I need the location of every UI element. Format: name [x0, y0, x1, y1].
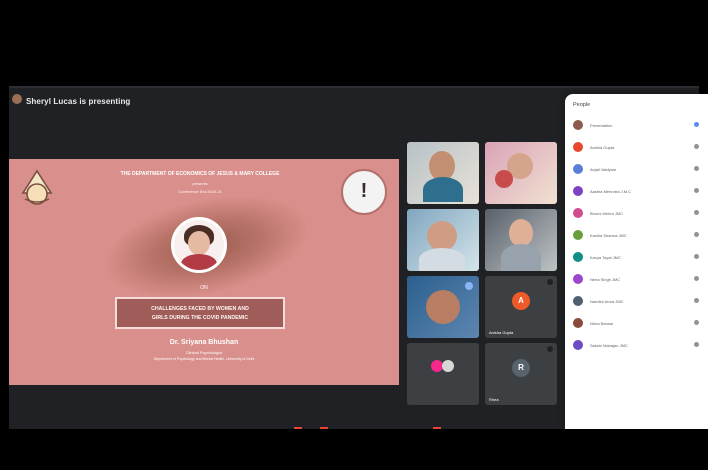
participant-action-icon[interactable] — [694, 298, 699, 303]
speaker-organization: Department of Psychology and Mental Heal… — [153, 357, 255, 361]
participant-avatar — [573, 340, 583, 350]
video-tile-7[interactable] — [407, 343, 479, 405]
people-panel: People Presentation Anisha Gupta Anjali Va… — [565, 94, 708, 430]
participant-row[interactable]: Kanika Sharma JMC — [570, 226, 704, 244]
video-tile-4[interactable] — [485, 209, 557, 271]
slide-badge-icon: ! — [341, 169, 387, 215]
participant-avatar — [573, 230, 583, 240]
participant-action-icon[interactable] — [694, 188, 699, 193]
participant-name: Presentation — [590, 123, 613, 128]
bottom-black-area — [0, 429, 708, 470]
participant-row[interactable]: Sakshi Mahajan JMC — [570, 336, 704, 354]
speaker-name: Dr. Sriyana Bhushan — [169, 339, 239, 346]
video-tile-1[interactable] — [407, 142, 479, 204]
participant-action-icon[interactable] — [694, 122, 699, 127]
participant-avatar — [573, 318, 583, 328]
presenter-avatar — [12, 94, 22, 104]
speaker-photo — [171, 217, 227, 273]
video-tile-6[interactable]: A Anisha Gupta — [485, 276, 557, 338]
participant-body — [423, 177, 463, 202]
participant-row[interactable]: Nandini Arora JMC — [570, 292, 704, 310]
participant-body — [501, 244, 541, 271]
participant-action-icon[interactable] — [694, 210, 699, 215]
participant-name: Anisha Gupta — [489, 330, 514, 335]
participant-avatar — [573, 142, 583, 152]
speaker-active-icon — [465, 282, 473, 290]
slide-subtitle: presents — [192, 181, 208, 186]
slide-topic-box: CHALLENGES FACED BY WOMEN AND GIRLS DURI… — [115, 297, 285, 329]
participant-avatar — [573, 296, 583, 306]
participant-avatar — [573, 274, 583, 284]
slide-topic-line-1: CHALLENGES FACED BY WOMEN AND — [151, 306, 249, 312]
video-tile-8[interactable]: R Rhea — [485, 343, 557, 405]
participant-row[interactable]: Kavya Tayal JMC — [570, 248, 704, 266]
participant-name: Aastha Mehrotra J.M.C — [590, 189, 632, 194]
participant-row[interactable]: Neha Singh JMC — [570, 270, 704, 288]
participant-face — [509, 219, 533, 247]
participant-avatar — [573, 164, 583, 174]
participant-row[interactable]: Aastha Mehrotra J.M.C — [570, 182, 704, 200]
participant-face — [427, 221, 457, 251]
participant-name: Rhea — [489, 397, 499, 402]
participant-name: Sakshi Mahajan JMC — [590, 343, 628, 348]
participant-avatar — [573, 186, 583, 196]
participant-action-icon[interactable] — [694, 166, 699, 171]
participant-name: Neha Bansal — [590, 321, 613, 326]
participant-row[interactable]: Presentation — [570, 116, 704, 134]
participant-action-icon[interactable] — [694, 342, 699, 347]
presenter-label: Sheryl Lucas is presenting — [26, 97, 131, 106]
video-tile-2[interactable] — [485, 142, 557, 204]
participant-name: Bhumi Mehra JMC — [590, 211, 624, 216]
participant-action-icon[interactable] — [694, 276, 699, 281]
participant-avatar: A — [512, 292, 530, 310]
participant-avatar-2 — [442, 360, 454, 372]
participant-row[interactable]: Anjali Vaidyam — [570, 160, 704, 178]
held-item — [495, 170, 513, 188]
mic-off-icon — [547, 279, 553, 285]
speaker-role: Clinical Psychologist — [185, 350, 223, 355]
participant-avatar — [573, 120, 583, 130]
participant-name: Anjali Vaidyam — [590, 167, 617, 172]
participant-name: Kanika Sharma JMC — [590, 233, 627, 238]
participant-avatar — [573, 208, 583, 218]
participant-action-icon[interactable] — [694, 320, 699, 325]
video-tile-5-self[interactable] — [407, 276, 479, 338]
video-tile-3[interactable] — [407, 209, 479, 271]
mic-off-icon — [547, 346, 553, 352]
participant-face — [426, 290, 460, 324]
slide-topic-line-2: GIRLS DURING THE COVID PANDEMIC — [151, 315, 249, 321]
participant-name: Nandini Arora JMC — [590, 299, 624, 304]
participant-name: Kavya Tayal JMC — [590, 255, 621, 260]
participant-avatar: R — [512, 359, 530, 377]
slide-on-label: ON — [200, 285, 208, 291]
participant-action-icon[interactable] — [694, 232, 699, 237]
participant-name: Anisha Gupta — [590, 145, 615, 150]
college-logo — [21, 169, 53, 205]
participant-row[interactable]: Bhumi Mehra JMC — [570, 204, 704, 222]
participant-action-icon[interactable] — [694, 144, 699, 149]
screen-frame: Sheryl Lucas is presenting ! THE DEPARTM… — [0, 0, 708, 470]
participant-action-icon[interactable] — [694, 254, 699, 259]
presentation-slide: ! THE DEPARTMENT OF ECONOMICS OF JESUS &… — [9, 159, 399, 385]
slide-title: THE DEPARTMENT OF ECONOMICS OF JESUS & M… — [120, 171, 280, 177]
participant-avatar — [573, 252, 583, 262]
people-panel-title: People — [573, 102, 591, 108]
participant-row[interactable]: Anisha Gupta — [570, 138, 704, 156]
slide-event-name: Conference Era 2020-21 — [178, 189, 222, 194]
participant-row[interactable]: Neha Bansal — [570, 314, 704, 332]
participant-name: Neha Singh JMC — [590, 277, 621, 282]
participant-body — [419, 248, 465, 271]
